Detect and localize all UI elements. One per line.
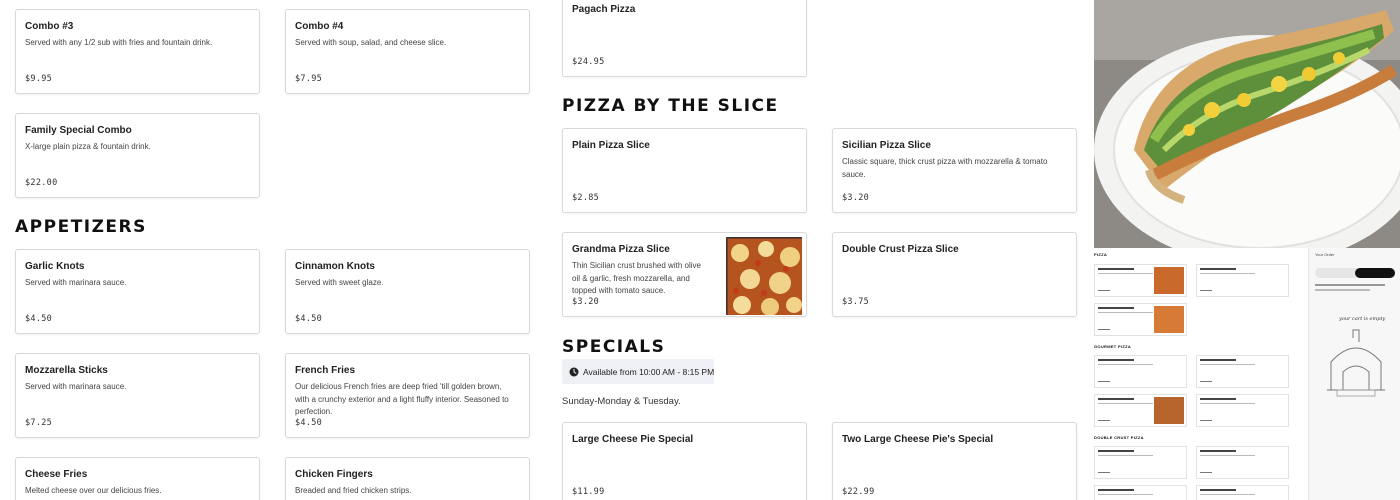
item-price: $22.99 bbox=[842, 487, 875, 497]
item-price: $11.99 bbox=[572, 487, 605, 497]
pizza-by-the-slice-heading: Pizza by the Slice bbox=[562, 96, 779, 116]
preview-section-gourmet: GOURMET PIZZA bbox=[1094, 344, 1132, 349]
preview-card bbox=[1094, 394, 1187, 427]
item-description: Breaded and fried chicken strips. bbox=[295, 486, 412, 495]
item-price: $4.50 bbox=[295, 418, 323, 428]
item-description: Served with marinara sauce. bbox=[25, 382, 127, 391]
preview-card bbox=[1094, 446, 1187, 479]
item-price: $22.00 bbox=[25, 178, 58, 188]
item-price: $9.95 bbox=[25, 74, 53, 84]
item-name: Large Cheese Pie Special bbox=[572, 434, 694, 445]
item-name: Garlic Knots bbox=[25, 261, 85, 272]
item-name: Mozzarella Sticks bbox=[25, 365, 108, 376]
item-name: Plain Pizza Slice bbox=[572, 140, 650, 151]
menu-item-french-fries[interactable]: French Fries Our delicious French fries … bbox=[285, 353, 530, 438]
item-name: Chicken Fingers bbox=[295, 469, 373, 480]
preview-card bbox=[1094, 485, 1187, 500]
item-price: $4.50 bbox=[25, 314, 53, 324]
preview-card bbox=[1196, 485, 1289, 500]
item-name: Grandma Pizza Slice bbox=[572, 244, 670, 255]
preview-card bbox=[1196, 355, 1289, 388]
item-name: Family Special Combo bbox=[25, 125, 132, 136]
item-name: Cinnamon Knots bbox=[295, 261, 375, 272]
pizza-oven-illustration bbox=[1327, 329, 1385, 397]
menu-item-large-cheese-pie-special[interactable]: Large Cheese Pie Special $11.99 bbox=[562, 422, 807, 500]
preview-card bbox=[1094, 264, 1187, 297]
item-description: X-large plain pizza & fountain drink. bbox=[25, 142, 151, 151]
appetizers-heading: Appetizers bbox=[15, 217, 147, 237]
menu-item-cheese-fries[interactable]: Cheese Fries Melted cheese over our deli… bbox=[15, 457, 260, 500]
item-price: $4.50 bbox=[295, 314, 323, 324]
preview-empty-cart-text: your cart is empty bbox=[1339, 316, 1386, 322]
menu-preview-thumbnail: PIZZA GOURMET PIZZA DOUBLE CRUST PIZZA Y… bbox=[1094, 248, 1400, 500]
preview-order-panel: Your Order your cart is empty bbox=[1308, 248, 1400, 500]
preview-card bbox=[1196, 394, 1289, 427]
sub-sandwich-photo bbox=[1094, 0, 1400, 248]
item-price: $24.95 bbox=[572, 57, 605, 67]
availability-hours: Available from 10:00 AM - 8:15 PM bbox=[562, 359, 714, 384]
grandma-pizza-image bbox=[724, 235, 804, 316]
menu-item-garlic-knots[interactable]: Garlic Knots Served with marinara sauce.… bbox=[15, 249, 260, 334]
item-description: Served with any 1/2 sub with fries and f… bbox=[25, 38, 213, 47]
item-description: Melted cheese over our delicious fries. bbox=[25, 486, 162, 495]
preview-card bbox=[1094, 355, 1187, 388]
item-description: Classic square, thick crust pizza with m… bbox=[842, 157, 1048, 179]
clock-icon bbox=[569, 367, 579, 377]
item-description: Served with sweet glaze. bbox=[295, 278, 384, 287]
item-price: $3.20 bbox=[842, 193, 870, 203]
menu-item-combo-3[interactable]: Combo #3 Served with any 1/2 sub with fr… bbox=[15, 9, 260, 94]
menu-item-two-large-cheese-pies-special[interactable]: Two Large Cheese Pie's Special $22.99 bbox=[832, 422, 1077, 500]
menu-item-family-special-combo[interactable]: Family Special Combo X-large plain pizza… bbox=[15, 113, 260, 198]
item-name: Combo #4 bbox=[295, 21, 344, 32]
item-description: Thin Sicilian crust brushed with olive o… bbox=[572, 261, 701, 295]
menu-item-sicilian-pizza-slice[interactable]: Sicilian Pizza Slice Classic square, thi… bbox=[832, 128, 1077, 213]
menu-item-cinnamon-knots[interactable]: Cinnamon Knots Served with sweet glaze. … bbox=[285, 249, 530, 334]
item-description: Served with marinara sauce. bbox=[25, 278, 127, 287]
menu-item-plain-pizza-slice[interactable]: Plain Pizza Slice $2.85 bbox=[562, 128, 807, 213]
item-name: Combo #3 bbox=[25, 21, 74, 32]
item-price: $3.75 bbox=[842, 297, 870, 307]
item-price: $7.95 bbox=[295, 74, 323, 84]
hours-text: Available from 10:00 AM - 8:15 PM bbox=[583, 367, 715, 377]
preview-order-header: Your Order bbox=[1315, 252, 1335, 257]
preview-card bbox=[1094, 303, 1187, 336]
preview-card bbox=[1196, 264, 1289, 297]
item-name: Sicilian Pizza Slice bbox=[842, 140, 931, 151]
menu-item-grandma-pizza-slice[interactable]: Grandma Pizza Slice Thin Sicilian crust … bbox=[562, 232, 807, 317]
item-name: Pagach Pizza bbox=[572, 4, 636, 15]
menu-item-chicken-fingers[interactable]: Chicken Fingers Breaded and fried chicke… bbox=[285, 457, 530, 500]
item-price: $7.25 bbox=[25, 418, 53, 428]
preview-section-double-crust: DOUBLE CRUST PIZZA bbox=[1094, 435, 1144, 440]
specials-heading: Specials bbox=[562, 337, 666, 357]
menu-item-mozzarella-sticks[interactable]: Mozzarella Sticks Served with marinara s… bbox=[15, 353, 260, 438]
menu-item-double-crust-pizza-slice[interactable]: Double Crust Pizza Slice $3.75 bbox=[832, 232, 1077, 317]
item-name: French Fries bbox=[295, 365, 356, 376]
item-name: Cheese Fries bbox=[25, 469, 88, 480]
item-price: $2.85 bbox=[572, 193, 600, 203]
item-name: Double Crust Pizza Slice bbox=[842, 244, 959, 255]
menu-item-pagach-pizza[interactable]: Pagach Pizza $24.95 bbox=[562, 0, 807, 77]
preview-section-pizza: PIZZA bbox=[1094, 252, 1108, 257]
preview-card bbox=[1196, 446, 1289, 479]
availability-days: Sunday-Monday & Tuesday. bbox=[562, 396, 681, 407]
item-name: Two Large Cheese Pie's Special bbox=[842, 434, 994, 445]
menu-item-combo-4[interactable]: Combo #4 Served with soup, salad, and ch… bbox=[285, 9, 530, 94]
item-description: Our delicious French fries are deep frie… bbox=[295, 382, 509, 416]
item-price: $3.20 bbox=[572, 297, 600, 307]
item-description: Served with soup, salad, and cheese slic… bbox=[295, 38, 447, 47]
